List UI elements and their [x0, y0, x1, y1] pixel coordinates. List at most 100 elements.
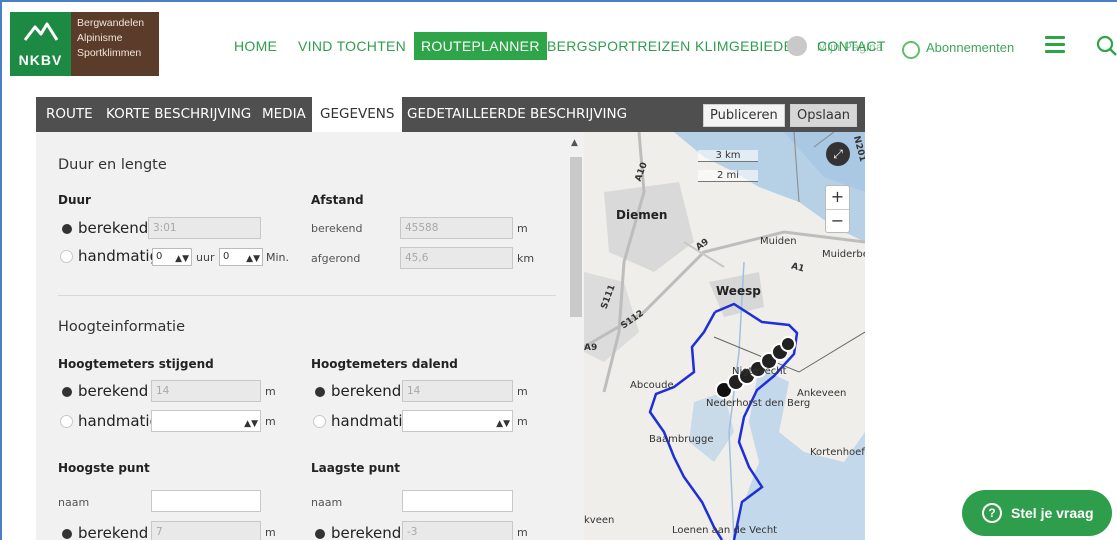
profile-icon[interactable]	[787, 36, 807, 56]
radio-unselected[interactable]	[60, 249, 73, 263]
descent-calculated-option[interactable]: berekend	[313, 382, 401, 400]
radio-unselected[interactable]	[60, 414, 73, 428]
fullscreen-icon[interactable]: ⤢	[826, 142, 850, 166]
nav-abonnementen[interactable]: Abonnementen	[926, 40, 1014, 55]
tab-korte-beschrijving[interactable]: KORTE BESCHRIJVING	[106, 97, 251, 132]
tab-gegevens[interactable]: GEGEVENS	[312, 97, 403, 132]
minutes-value: 0	[223, 251, 230, 262]
site-logo[interactable]: NKBV	[10, 12, 71, 76]
hours-stepper[interactable]: 0 ▲▼	[152, 248, 192, 266]
chat-label: Stel je vraag	[1011, 505, 1094, 521]
ascent-manual-unit: m	[265, 415, 276, 428]
lowest-calculated-field: -3	[402, 521, 513, 540]
map-label-kortenhoef: Kortenhoef	[810, 447, 865, 458]
option-label: berekend	[331, 382, 402, 400]
ascent-unit: m	[265, 385, 276, 398]
publish-button[interactable]: Publiceren	[703, 104, 785, 127]
stepper-arrows-icon[interactable]: ▲▼	[244, 414, 258, 434]
ascent-manual-input[interactable]: ▲▼	[151, 410, 261, 432]
distance-rounded-field: 45,6	[400, 247, 513, 269]
radio-selected[interactable]	[62, 224, 72, 234]
option-label: berekend	[331, 524, 402, 540]
hamburger-menu-icon[interactable]	[1045, 36, 1065, 57]
ascent-manual-option[interactable]: handmatig	[60, 412, 159, 430]
duration-calculated-option[interactable]: berekend	[60, 219, 148, 237]
radio-selected[interactable]	[62, 387, 72, 397]
radio-selected[interactable]	[315, 387, 325, 397]
radio-selected[interactable]	[315, 529, 325, 539]
minutes-unit: Min.	[266, 251, 290, 264]
tab-route[interactable]: ROUTE	[46, 97, 93, 132]
lowest-name-label: naam	[311, 496, 343, 509]
highest-name-input[interactable]	[151, 490, 261, 512]
ascent-calculated-field: 14	[151, 380, 261, 402]
tagline-line: Bergwandelen	[77, 17, 145, 29]
distance-unit-m: m	[517, 222, 528, 235]
mountain-icon	[24, 22, 58, 41]
ascent-calculated-option[interactable]: berekend	[60, 382, 148, 400]
lowest-name-input[interactable]	[402, 490, 513, 512]
distance-calculated-field: 45588	[400, 217, 513, 239]
highest-point-label: Hoogste punt	[58, 461, 150, 475]
subscriptions-icon	[902, 41, 920, 59]
logo-text: NKBV	[18, 52, 63, 68]
radio-selected[interactable]	[62, 529, 72, 539]
section-title-height-info: Hoogteinformatie	[58, 319, 186, 335]
distance-unit-km: km	[517, 252, 535, 265]
form-divider	[58, 295, 556, 296]
distance-label: Afstand	[311, 193, 364, 207]
help-chat-button[interactable]: ? Stel je vraag	[962, 490, 1112, 536]
save-button[interactable]: Opslaan	[790, 104, 858, 127]
option-label: handmatig	[78, 412, 160, 430]
scrollbar-thumb[interactable]	[570, 157, 582, 317]
nav-home[interactable]: HOME	[234, 38, 277, 54]
section-title-duration-length: Duur en lengte	[58, 157, 167, 173]
map-label-loenen: Loenen aan de Vecht	[672, 525, 778, 536]
minutes-stepper[interactable]: 0 ▲▼	[219, 248, 263, 266]
option-label: berekend	[78, 524, 149, 540]
lowest-calculated-option[interactable]: berekend	[313, 524, 401, 540]
highest-unit: m	[265, 526, 276, 539]
site-header: NKBV Bergwandelen Alpinisme Sportklimmen…	[2, 2, 1117, 92]
hours-value: 0	[156, 251, 163, 262]
tab-gedetailleerde-beschrijving[interactable]: GEDETAILLEERDE BESCHRIJVING	[407, 97, 627, 132]
highest-calculated-option[interactable]: berekend	[60, 524, 148, 540]
radio-unselected[interactable]	[313, 414, 326, 428]
nav-vind-tochten[interactable]: VIND TOCHTEN	[298, 38, 406, 54]
nav-routeplanner[interactable]: ROUTEPLANNER	[414, 32, 547, 60]
stepper-arrows-icon[interactable]: ▲▼	[496, 414, 510, 434]
descent-manual-option[interactable]: handmatig	[313, 412, 412, 430]
highest-name-label: naam	[58, 496, 90, 509]
nav-klimgebieden[interactable]: KLIMGEBIEDEN	[695, 38, 795, 54]
map-label-diemen: Diemen	[616, 208, 668, 222]
descent-manual-input[interactable]: ▲▼	[402, 410, 513, 432]
map-road-a9-west: A9	[584, 343, 598, 353]
duration-manual-option[interactable]: handmatig	[60, 247, 159, 265]
stepper-arrows-icon[interactable]: ▲▼	[175, 251, 189, 267]
nav-bergsportreizen[interactable]: BERGSPORTREIZEN	[547, 38, 691, 54]
lowest-unit: m	[517, 526, 528, 539]
option-label: berekend	[78, 382, 149, 400]
map-label-kveen: kveen	[584, 515, 615, 526]
tagline-line: Sportklimmen	[77, 47, 142, 59]
map-label-muiderberg: Muiderberg	[822, 249, 865, 260]
form-scrollbar[interactable]: ▲	[568, 132, 584, 540]
lowest-point-label: Laagste punt	[311, 461, 401, 475]
descent-manual-unit: m	[517, 415, 528, 428]
zoom-out-button[interactable]: −	[826, 210, 849, 233]
map-scale-km: 3 km	[698, 150, 758, 162]
zoom-in-button[interactable]: +	[826, 186, 849, 209]
hours-unit: uur	[196, 251, 215, 264]
descent-unit: m	[517, 385, 528, 398]
scroll-up-icon[interactable]: ▲	[571, 138, 578, 148]
route-map[interactable]: 3 km 2 mi ⤢ + − Diemen Muiden Muiderberg…	[584, 132, 865, 540]
nav-contact[interactable]: CONTACT	[817, 38, 886, 54]
search-icon[interactable]	[1096, 35, 1117, 57]
map-label-weesp: Weesp	[716, 284, 761, 298]
tab-media[interactable]: MEDIA	[262, 97, 306, 132]
duration-calculated-field: 3:01	[148, 217, 261, 239]
distance-rounded-label: afgerond	[311, 252, 361, 265]
stepper-arrows-icon[interactable]: ▲▼	[246, 251, 260, 267]
map-label-baambrugge: Baambrugge	[649, 434, 714, 445]
duration-label: Duur	[58, 193, 91, 207]
